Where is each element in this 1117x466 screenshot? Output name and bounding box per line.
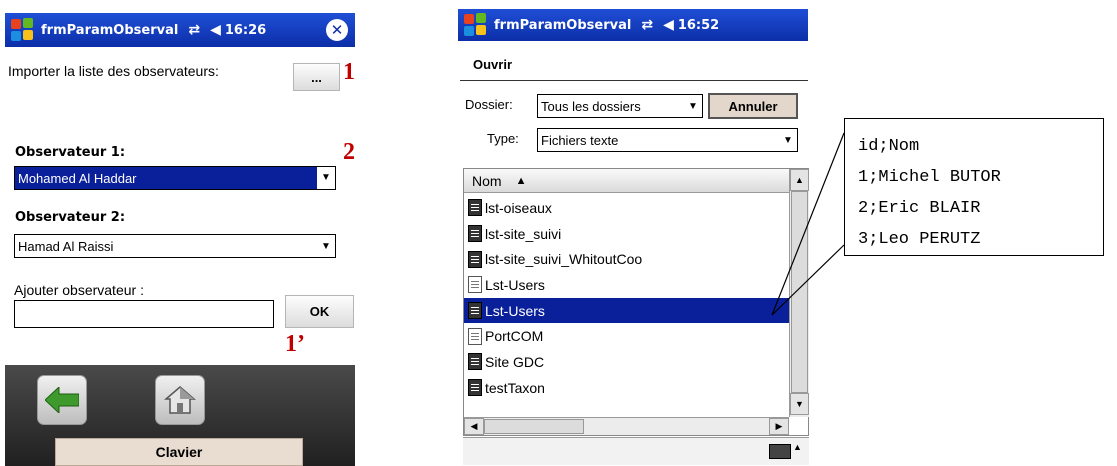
file-name: testTaxon: [485, 379, 545, 396]
file-name: Site GDC: [485, 353, 545, 370]
text-file-icon: [468, 379, 482, 397]
import-label: Importer la liste des observateurs:: [8, 63, 219, 79]
file-row[interactable]: lst-oiseaux: [464, 195, 789, 221]
file-name: lst-site_suivi_WhitoutCoo: [485, 251, 643, 268]
annotation-marker-2: 2: [343, 139, 355, 165]
add-observer-input[interactable]: [14, 300, 274, 328]
close-icon[interactable]: ✕: [326, 19, 348, 41]
observer2-select[interactable]: Hamad Al Raissi ▼: [14, 234, 336, 258]
scroll-down-button[interactable]: ▼: [790, 393, 809, 415]
chevron-down-icon[interactable]: ▼: [317, 241, 335, 252]
file-name: Lst-Users: [485, 276, 545, 293]
volume-icon[interactable]: ◀: [663, 17, 674, 33]
scroll-left-button[interactable]: ◀: [464, 418, 484, 435]
file-row[interactable]: Lst-Users: [464, 272, 789, 298]
window-title: frmParamObserval: [494, 17, 632, 33]
ok-button[interactable]: OK: [285, 295, 354, 328]
left-titlebar: frmParamObserval ⇄ ◀ 16:26 ✕: [5, 13, 355, 47]
annotation-marker-1-prime: 1’: [285, 331, 305, 357]
back-button[interactable]: [37, 375, 87, 425]
file-content-callout: id;Nom 1;Michel BUTOR 2;Eric BLAIR 3;Leo PE…: [844, 118, 1104, 256]
home-icon: [164, 386, 196, 414]
text-file-icon: [468, 250, 482, 268]
type-label: Type:: [487, 131, 519, 146]
text-file-icon: [468, 199, 482, 217]
back-arrow-icon: [45, 387, 79, 413]
hscroll-thumb[interactable]: [484, 419, 584, 434]
file-content-line: id;Nom: [858, 137, 920, 156]
connectivity-icon[interactable]: ⇄: [188, 22, 200, 38]
cancel-button[interactable]: Annuler: [708, 93, 798, 119]
browse-button[interactable]: ...: [293, 63, 340, 91]
text-file-icon: [468, 276, 482, 294]
text-file-icon: [468, 353, 482, 371]
dialog-title: Ouvrir: [473, 57, 513, 72]
text-file-icon: [468, 225, 482, 243]
type-select[interactable]: Fichiers texte ▼: [537, 128, 798, 152]
connectivity-icon[interactable]: ⇄: [641, 17, 653, 33]
window-title: frmParamObserval: [41, 22, 179, 38]
text-file-icon: [468, 327, 482, 345]
file-list[interactable]: Nom ▲ lst-oiseaux lst-site_suivi lst-site_…: [463, 168, 809, 436]
divider: [460, 80, 808, 81]
file-row[interactable]: Lst-Users: [464, 297, 789, 324]
horizontal-scrollbar[interactable]: ◀ ▶: [464, 417, 789, 435]
column-header[interactable]: Nom ▲: [464, 169, 789, 193]
text-file-icon: [468, 302, 482, 320]
file-name: lst-site_suivi: [485, 225, 562, 242]
folder-select[interactable]: Tous les dossiers ▼: [537, 94, 703, 118]
keyboard-icon[interactable]: [769, 444, 791, 459]
volume-icon[interactable]: ◀: [210, 22, 221, 38]
clock[interactable]: 16:52: [678, 18, 719, 33]
folder-label: Dossier:: [465, 97, 513, 112]
observer2-label: Observateur 2:: [15, 210, 126, 225]
file-row[interactable]: PortCOM: [464, 323, 789, 349]
sort-arrow-icon: ▲: [515, 174, 527, 187]
add-observer-label: Ajouter observateur :: [14, 282, 144, 298]
clock[interactable]: 16:26: [225, 23, 266, 38]
keyboard-softkey[interactable]: Clavier: [55, 438, 303, 466]
observer1-label: Observateur 1:: [15, 145, 126, 160]
file-rows: lst-oiseaux lst-site_suivi lst-site_suivi_…: [464, 195, 789, 401]
file-name: PortCOM: [485, 328, 544, 345]
file-row[interactable]: testTaxon: [464, 375, 789, 401]
observer1-select[interactable]: Mohamed Al Haddar ▼: [14, 166, 336, 190]
file-name: Lst-Users: [485, 302, 545, 319]
right-titlebar: frmParamObserval ⇄ ◀ 16:52: [458, 9, 808, 41]
file-row[interactable]: lst-site_suivi: [464, 221, 789, 247]
annotation-marker-1: 1: [343, 59, 355, 85]
chevron-down-icon[interactable]: ▼: [317, 167, 335, 189]
sip-chevron-up-icon[interactable]: ▲: [793, 442, 802, 452]
file-row[interactable]: lst-site_suivi_WhitoutCoo: [464, 246, 789, 272]
file-row[interactable]: Site GDC: [464, 349, 789, 375]
windows-flag-icon[interactable]: [464, 13, 488, 37]
file-name: lst-oiseaux: [485, 199, 552, 216]
chevron-down-icon[interactable]: ▼: [684, 101, 702, 112]
bottom-toolbar: Clavier: [5, 365, 355, 466]
home-button[interactable]: [155, 375, 205, 425]
file-content-line: 3;Leo PERUTZ: [858, 230, 981, 249]
scroll-right-button[interactable]: ▶: [769, 418, 789, 435]
file-content-line: 1;Michel BUTOR: [858, 168, 1001, 187]
file-content-lines: id;Nom 1;Michel BUTOR 2;Eric BLAIR 3;Leo PE…: [858, 131, 1103, 255]
windows-flag-icon[interactable]: [11, 18, 35, 42]
sip-bar: ▲: [463, 437, 809, 465]
file-content-line: 2;Eric BLAIR: [858, 199, 981, 218]
